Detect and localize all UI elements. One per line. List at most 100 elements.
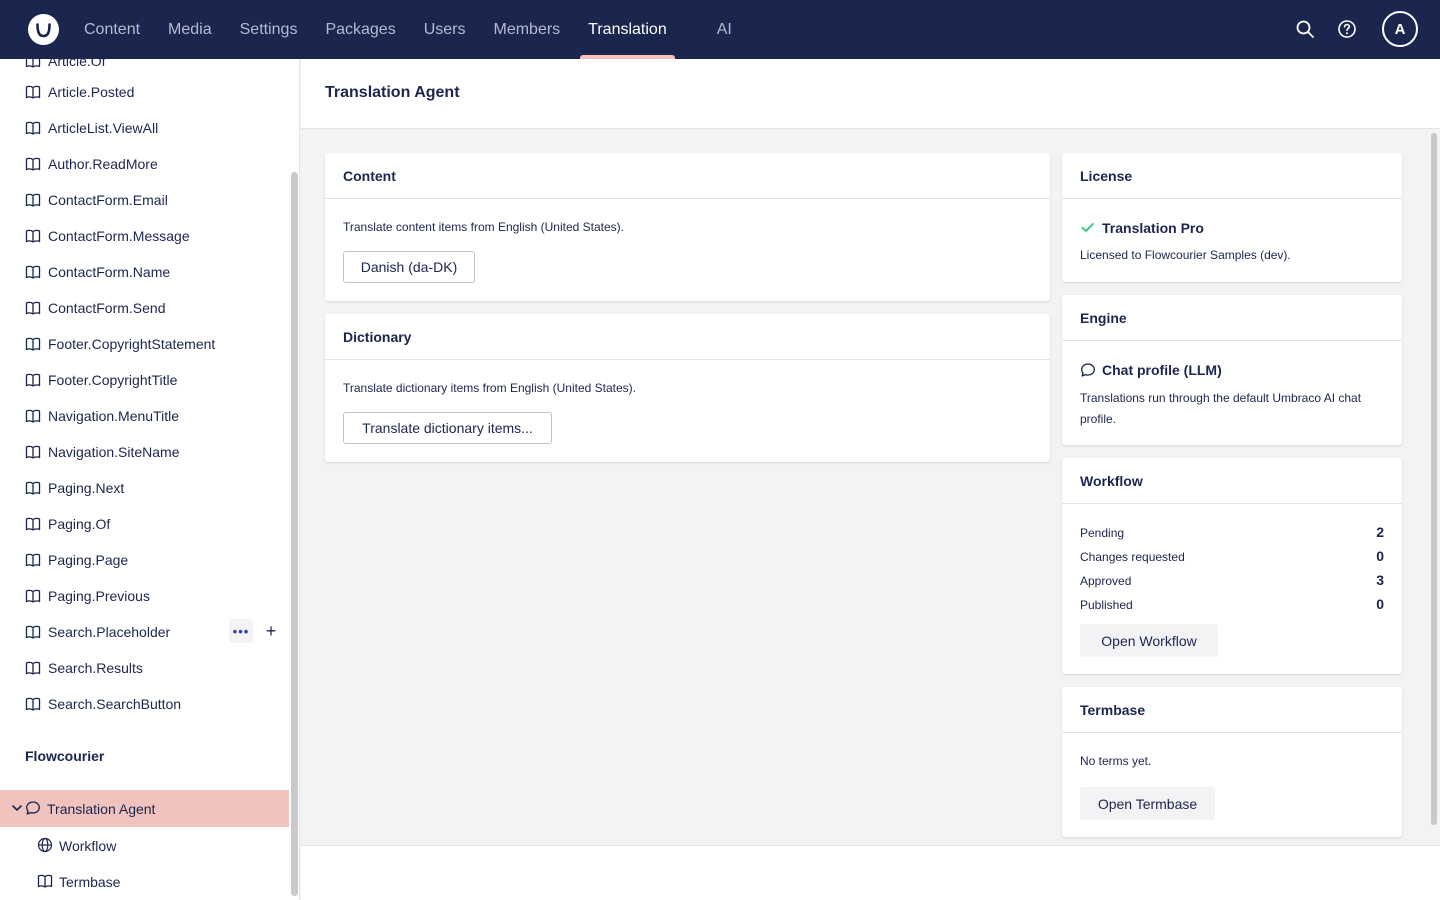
nav-media[interactable]: Media bbox=[154, 0, 226, 59]
tree-item-label: Search.Results bbox=[48, 660, 143, 676]
tree-item[interactable]: Navigation.SiteName bbox=[0, 434, 289, 470]
nav-packages[interactable]: Packages bbox=[311, 0, 409, 59]
engine-card: Engine Chat profile (LLM) Translations r… bbox=[1062, 295, 1402, 445]
book-icon bbox=[25, 301, 41, 315]
book-icon bbox=[25, 481, 41, 495]
chat-bubble-icon bbox=[1081, 363, 1095, 377]
sidebar-tree: Article.Of Article.Posted ArticleList.Vie… bbox=[0, 59, 300, 900]
tree-item-label: Translation Agent bbox=[47, 801, 156, 817]
tree-item-label: Article.Posted bbox=[48, 84, 135, 100]
book-icon bbox=[25, 265, 41, 279]
tree-item[interactable]: Search.Results bbox=[0, 650, 289, 686]
tree-item-workflow[interactable]: Workflow bbox=[0, 827, 289, 863]
card-title: License bbox=[1062, 153, 1402, 199]
tree-item[interactable]: Search.SearchButton bbox=[0, 686, 289, 722]
tree-item[interactable]: Paging.Of bbox=[0, 506, 289, 542]
tree-item[interactable]: ContactForm.Name bbox=[0, 254, 289, 290]
tree-item-translation-agent[interactable]: Translation Agent bbox=[0, 790, 289, 827]
open-workflow-button[interactable]: Open Workflow bbox=[1080, 624, 1218, 657]
card-title: Dictionary bbox=[325, 314, 1050, 360]
book-icon bbox=[25, 59, 41, 68]
search-icon[interactable] bbox=[1294, 18, 1316, 40]
language-danish-button[interactable]: Danish (da-DK) bbox=[343, 251, 475, 283]
tree-item-label: Navigation.MenuTitle bbox=[48, 408, 179, 424]
dictionary-card: Dictionary Translate dictionary items fr… bbox=[325, 314, 1050, 462]
workflow-stat-value: 2 bbox=[1376, 524, 1384, 540]
check-icon bbox=[1081, 223, 1094, 232]
nav-ai[interactable]: AI bbox=[703, 0, 746, 59]
user-avatar[interactable]: A bbox=[1382, 11, 1418, 47]
tree-item-label: ContactForm.Send bbox=[48, 300, 166, 316]
workflow-stat-value: 0 bbox=[1376, 596, 1384, 612]
workspace-scrollbar[interactable] bbox=[1431, 133, 1437, 825]
tree-item[interactable]: Paging.Page bbox=[0, 542, 289, 578]
engine-name: Chat profile (LLM) bbox=[1102, 362, 1222, 378]
tree-item-label: Search.SearchButton bbox=[48, 696, 182, 712]
workflow-stat-value: 0 bbox=[1376, 548, 1384, 564]
book-icon bbox=[25, 373, 41, 387]
nav-content[interactable]: Content bbox=[70, 0, 154, 59]
add-icon[interactable]: + bbox=[259, 619, 283, 643]
help-icon[interactable] bbox=[1336, 18, 1358, 40]
book-icon bbox=[25, 697, 41, 711]
tree-item[interactable]: Article.Posted bbox=[0, 74, 289, 110]
tree-item-termbase[interactable]: Termbase bbox=[0, 863, 289, 899]
tree-item-label: Paging.Of bbox=[48, 516, 111, 532]
more-actions-icon[interactable]: ••• bbox=[229, 619, 253, 643]
tree-item[interactable]: Search.Placeholder ••• + bbox=[0, 614, 289, 650]
tree-item-label: Footer.CopyrightTitle bbox=[48, 372, 178, 388]
tree-item[interactable]: ContactForm.Message bbox=[0, 218, 289, 254]
nav-translation[interactable]: Translation bbox=[574, 0, 681, 59]
workflow-stat-label: Pending bbox=[1080, 526, 1125, 540]
tree-item-label: Termbase bbox=[59, 874, 121, 890]
tree-item-label: ContactForm.Message bbox=[48, 228, 190, 244]
tree-item[interactable]: Footer.CopyrightTitle bbox=[0, 362, 289, 398]
tree-item-label: Search.Placeholder bbox=[48, 624, 171, 640]
chevron-down-icon[interactable] bbox=[10, 801, 24, 815]
tree-item[interactable]: Paging.Next bbox=[0, 470, 289, 506]
workflow-stat-value: 3 bbox=[1376, 572, 1384, 588]
globe-icon bbox=[37, 837, 53, 853]
tree-item[interactable]: Author.ReadMore bbox=[0, 146, 289, 182]
nav-members[interactable]: Members bbox=[479, 0, 574, 59]
tree-item[interactable]: Footer.CopyrightStatement bbox=[0, 326, 289, 362]
engine-description: Translations run through the default Umb… bbox=[1080, 391, 1362, 426]
tree-item-label: Paging.Next bbox=[48, 480, 125, 496]
nav-settings[interactable]: Settings bbox=[226, 0, 312, 59]
book-icon bbox=[25, 445, 41, 459]
book-icon bbox=[25, 85, 41, 99]
translate-dictionary-button[interactable]: Translate dictionary items... bbox=[343, 412, 552, 444]
tree-item-label: Article.Of bbox=[48, 59, 106, 69]
book-icon bbox=[25, 193, 41, 207]
page-title: Translation Agent bbox=[325, 84, 460, 101]
book-icon bbox=[25, 589, 41, 603]
card-title: Termbase bbox=[1062, 687, 1402, 733]
tree-item[interactable]: Paging.Previous bbox=[0, 578, 289, 614]
nav-users[interactable]: Users bbox=[410, 0, 480, 59]
tree-item[interactable]: ArticleList.ViewAll bbox=[0, 110, 289, 146]
card-title: Workflow bbox=[1062, 458, 1402, 504]
tree-item-label: Footer.CopyrightStatement bbox=[48, 336, 216, 352]
chat-bubble-icon bbox=[26, 801, 40, 815]
tree-item-label: ContactForm.Email bbox=[48, 192, 168, 208]
card-title: Engine bbox=[1062, 295, 1402, 341]
book-icon bbox=[25, 409, 41, 423]
book-icon bbox=[25, 157, 41, 171]
book-icon bbox=[37, 874, 53, 888]
open-termbase-button[interactable]: Open Termbase bbox=[1080, 787, 1215, 820]
tree-item[interactable]: Navigation.MenuTitle bbox=[0, 398, 289, 434]
tree-item[interactable]: ContactForm.Email bbox=[0, 182, 289, 218]
book-icon bbox=[25, 337, 41, 351]
workflow-card: Workflow Pending 2 Changes requested 0 A… bbox=[1062, 458, 1402, 674]
section-nav: Content Media Settings Packages Users Me… bbox=[70, 0, 746, 59]
umbraco-logo[interactable] bbox=[28, 14, 59, 45]
book-icon bbox=[25, 661, 41, 675]
license-plan: Translation Pro bbox=[1102, 220, 1204, 236]
tree-item[interactable]: ContactForm.Send bbox=[0, 290, 289, 326]
termbase-card: Termbase No terms yet. Open Termbase bbox=[1062, 687, 1402, 837]
license-card: License Translation Pro Licensed to Flow… bbox=[1062, 153, 1402, 282]
sidebar-scrollbar[interactable] bbox=[291, 172, 298, 896]
book-icon bbox=[25, 229, 41, 243]
book-icon bbox=[25, 625, 41, 639]
license-holder: Licensed to Flowcourier Samples (dev). bbox=[1080, 248, 1291, 262]
